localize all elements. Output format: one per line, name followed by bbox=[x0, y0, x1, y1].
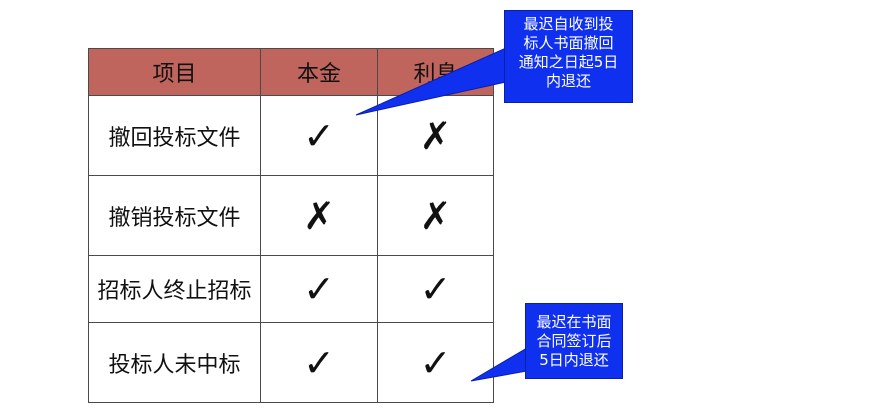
callout-2-pointer bbox=[470, 347, 528, 382]
callout-1-pointer bbox=[355, 47, 507, 116]
callout-contract-refund-note: 最迟在书面 合同签订后 5日内退还 bbox=[526, 304, 622, 378]
callout-pointers bbox=[355, 47, 528, 382]
callout-interest-refund-note: 最迟自收到投 标人书面撤回 通知之日起5日 内退还 bbox=[505, 11, 632, 102]
